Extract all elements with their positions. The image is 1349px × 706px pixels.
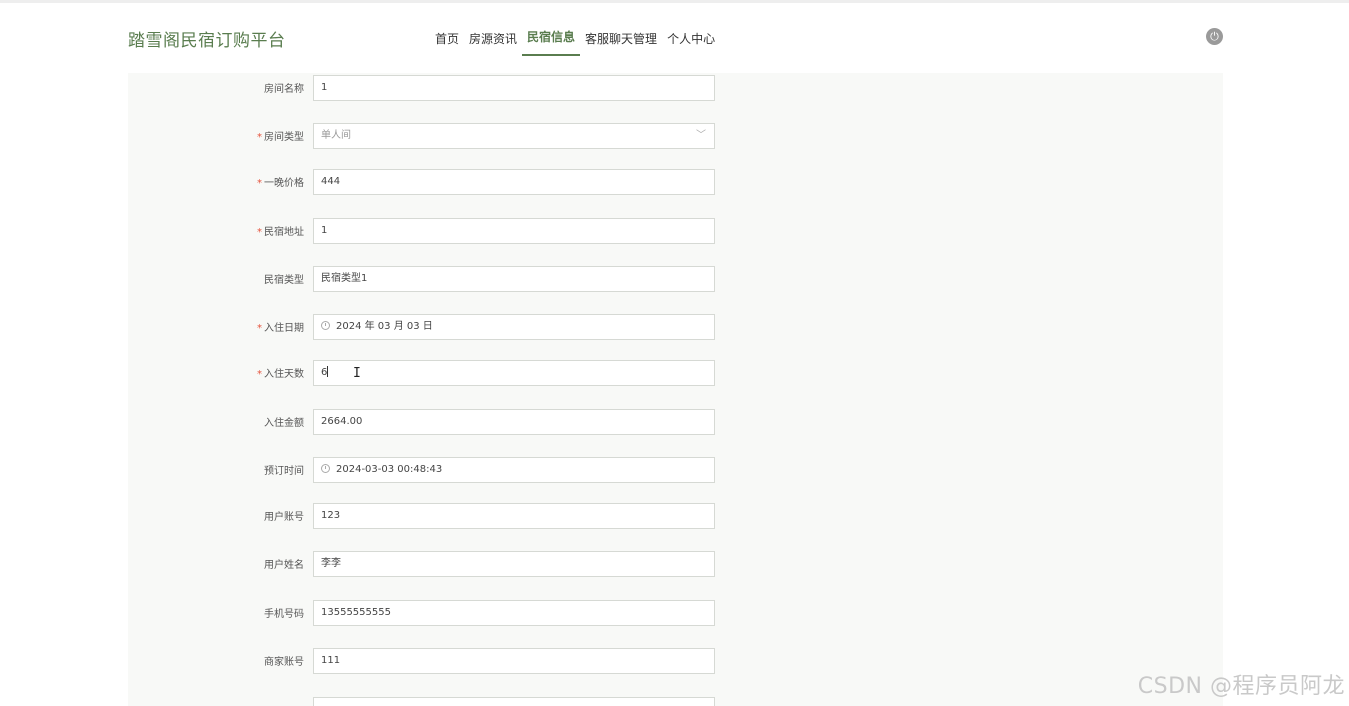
nav-chat-management[interactable]: 客服聊天管理 [580, 26, 662, 52]
address-input[interactable]: 1 [313, 218, 715, 244]
booking-time-value: 2024-03-03 00:48:43 [336, 464, 443, 475]
field-label: 用户姓名 [264, 560, 304, 571]
stay-days-input[interactable]: 6 [313, 360, 715, 386]
required-mark: * [257, 323, 262, 334]
form-row-room-name: 房间名称 1 [128, 75, 1223, 101]
form-row-booking-time: 预订时间 2024-03-03 00:48:43 [128, 457, 1223, 483]
next-field-input[interactable] [313, 697, 715, 706]
field-label: * 民宿地址 [257, 227, 304, 238]
field-label: 入住金额 [264, 418, 304, 429]
checkin-date-value: 2024 年 03 月 03 日 [336, 321, 433, 332]
phone-input[interactable]: 13555555555 [313, 600, 715, 626]
nav-personal-center[interactable]: 个人中心 [662, 26, 720, 52]
site-brand[interactable]: 踏雪阁民宿订购平台 [128, 26, 286, 51]
field-label: 民宿类型 [264, 275, 304, 286]
required-mark: * [257, 369, 262, 380]
room-type-select[interactable]: 单人间 ﹀ [313, 123, 715, 149]
form-row-checkin-date: * 入住日期 2024 年 03 月 03 日 [128, 314, 1223, 340]
form-row-partial [128, 697, 1223, 706]
booking-form: 房间名称 1 * 房间类型 单人间 ﹀ * 一晚价格 444 * 民宿地址 1 民宿类… [128, 73, 1223, 706]
field-label: * 一晚价格 [257, 178, 304, 189]
user-name-input[interactable]: 李李 [313, 551, 715, 577]
user-account-input[interactable]: 123 [313, 503, 715, 529]
form-row-homestay-type: 民宿类型 民宿类型1 [128, 266, 1223, 292]
homestay-type-input[interactable]: 民宿类型1 [313, 266, 715, 292]
room-name-input[interactable]: 1 [313, 75, 715, 101]
form-row-address: * 民宿地址 1 [128, 218, 1223, 244]
field-label: * 入住天数 [257, 369, 304, 380]
nav-homestay-info[interactable]: 民宿信息 [522, 26, 581, 56]
nav-home[interactable]: 首页 [430, 26, 464, 52]
required-mark: * [257, 178, 262, 189]
text-cursor-icon: I [353, 366, 361, 381]
room-type-value: 单人间 [321, 130, 351, 141]
field-label: 用户账号 [264, 512, 304, 523]
form-row-stay-days: * 入住天数 6 [128, 360, 1223, 386]
field-label: 预订时间 [264, 466, 304, 477]
amount-input[interactable]: 2664.00 [313, 409, 715, 435]
text-caret [327, 366, 329, 377]
nav-house-news[interactable]: 房源资讯 [464, 26, 522, 52]
form-row-user-name: 用户姓名 李李 [128, 551, 1223, 577]
power-icon[interactable]: ⏻ [1206, 28, 1223, 45]
night-price-input[interactable]: 444 [313, 169, 715, 195]
field-label: * 房间类型 [257, 132, 304, 143]
field-label: 房间名称 [264, 84, 304, 95]
merchant-account-input[interactable]: 111 [313, 648, 715, 674]
form-row-night-price: * 一晚价格 444 [128, 169, 1223, 195]
clock-icon [321, 321, 330, 330]
chevron-down-icon: ﹀ [696, 130, 706, 141]
main-nav: 首页 房源资讯 民宿信息 客服聊天管理 个人中心 [430, 26, 720, 56]
required-mark: * [257, 227, 262, 238]
checkin-date-picker[interactable]: 2024 年 03 月 03 日 [313, 314, 715, 340]
watermark: CSDN @程序员阿龙 [1137, 674, 1345, 699]
field-label: * 入住日期 [257, 323, 304, 334]
form-row-room-type: * 房间类型 单人间 ﹀ [128, 123, 1223, 149]
top-border [0, 0, 1349, 3]
booking-time-picker[interactable]: 2024-03-03 00:48:43 [313, 457, 715, 483]
form-row-merchant-account: 商家账号 111 [128, 648, 1223, 674]
required-mark: * [257, 132, 262, 143]
form-row-user-account: 用户账号 123 [128, 503, 1223, 529]
form-row-amount: 入住金额 2664.00 [128, 409, 1223, 435]
clock-icon [321, 464, 330, 473]
field-label: 手机号码 [264, 609, 304, 620]
form-row-phone: 手机号码 13555555555 [128, 600, 1223, 626]
field-label: 商家账号 [264, 657, 304, 668]
